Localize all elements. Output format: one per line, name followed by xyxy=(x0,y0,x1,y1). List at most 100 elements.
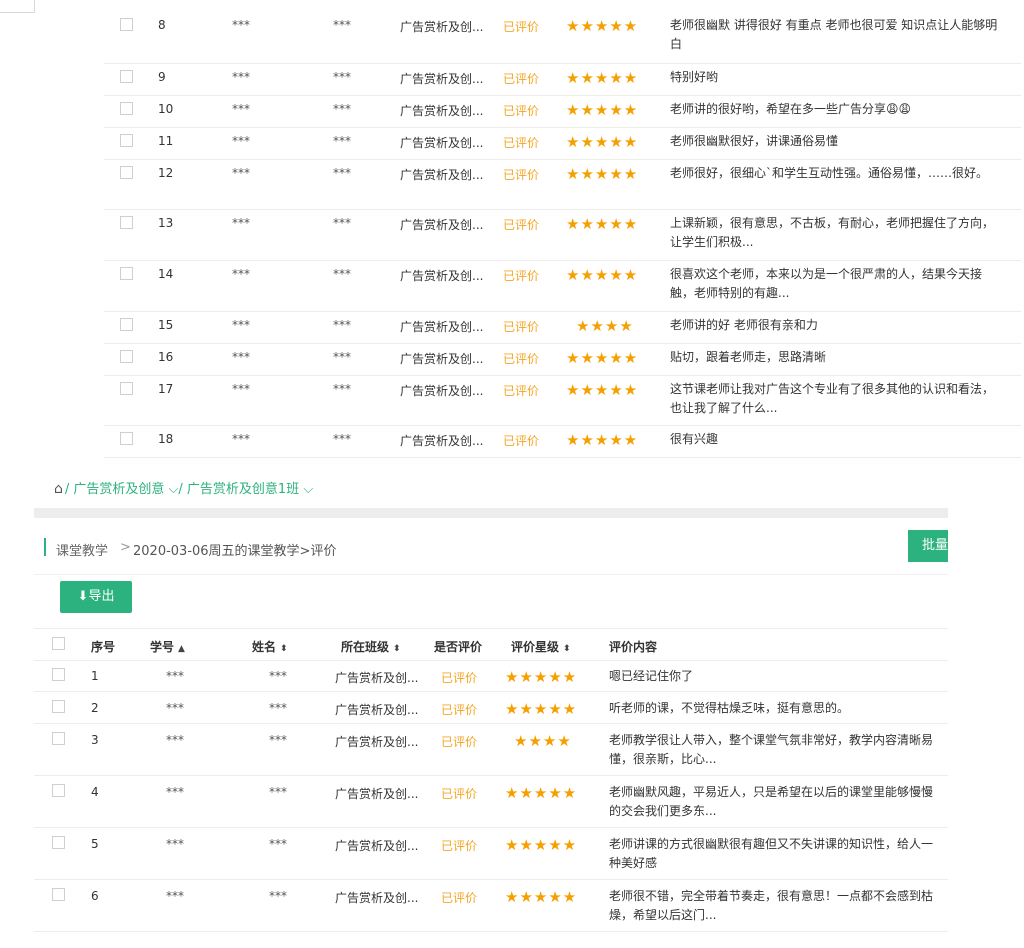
evaluation-content: 老师教学很让人带入，整个课堂气氛非常好，教学内容清晰易懂，很亲斯，比心... xyxy=(609,733,934,766)
star-rating: ★★★★★ xyxy=(566,266,639,284)
evaluation-content: 贴切，跟着老师走，思路清晰 xyxy=(670,350,827,364)
evaluation-content: 很喜欢这个老师，本来以为是一个很严肃的人，结果今天接触，老师特别的有趣... xyxy=(670,267,983,300)
row-number: 13 xyxy=(158,216,174,230)
row-checkbox[interactable] xyxy=(120,267,133,280)
class-name: 广告赏析及创... xyxy=(400,20,484,34)
row-number: 8 xyxy=(158,18,166,32)
row-checkbox[interactable] xyxy=(120,166,133,179)
row-checkbox[interactable] xyxy=(120,216,133,229)
home-icon[interactable]: ⌂ xyxy=(54,481,63,497)
class-name: 广告赏析及创... xyxy=(400,218,484,232)
star-rating: ★★★★★ xyxy=(566,381,639,399)
table-row: 2 *** *** 广告赏析及创... 已评价 ★★★★★ 听老师的课，不觉得枯… xyxy=(34,692,948,724)
row-checkbox[interactable] xyxy=(120,382,133,395)
breadcrumb-class[interactable]: / 广告赏析及创意1班 ⌵ xyxy=(178,482,313,497)
row-checkbox[interactable] xyxy=(52,732,65,745)
row-number: 2 xyxy=(91,701,99,715)
student-id: *** xyxy=(166,837,184,851)
table-row: 9 *** *** 广告赏析及创... 已评价 ★★★★★ 特别好哟 xyxy=(104,64,1021,96)
evaluation-content: 这节课老师让我对广告这个专业有了很多其他的认识和看法，也让我了解了什么... xyxy=(670,382,995,415)
row-number: 9 xyxy=(158,70,166,84)
row-checkbox[interactable] xyxy=(120,18,133,31)
row-checkbox[interactable] xyxy=(120,350,133,363)
table-row: 12 *** *** 广告赏析及创... 已评价 ★★★★★ 老师很好，很细心`… xyxy=(104,160,1021,210)
section-title[interactable]: 课堂教学 xyxy=(56,540,108,559)
row-checkbox[interactable] xyxy=(120,70,133,83)
student-name: *** xyxy=(333,350,351,364)
class-name: 广告赏析及创... xyxy=(400,72,484,86)
table-row: 8 *** *** 广告赏析及创... 已评价 ★★★★★ 老师很幽默 讲得很好… xyxy=(104,12,1021,64)
row-checkbox[interactable] xyxy=(52,888,65,901)
student-id: *** xyxy=(232,216,250,230)
row-checkbox[interactable] xyxy=(120,432,133,445)
student-id: *** xyxy=(166,701,184,715)
evaluation-content: 听老师的课，不觉得枯燥乏味，挺有意思的。 xyxy=(609,701,850,715)
row-number: 5 xyxy=(91,837,99,851)
star-rating: ★★★★★ xyxy=(566,133,639,151)
evaluation-content: 老师讲的好 老师很有亲和力 xyxy=(670,318,818,332)
rated-status: 已评价 xyxy=(503,218,540,232)
star-rating: ★★★★★ xyxy=(505,836,578,854)
row-checkbox[interactable] xyxy=(52,700,65,713)
batch-button[interactable]: 批量 xyxy=(908,530,948,562)
rated-status: 已评价 xyxy=(503,136,540,150)
table-row: 16 *** *** 广告赏析及创... 已评价 ★★★★★ 贴切，跟着老师走，… xyxy=(104,344,1021,376)
table-row: 1 *** *** 广告赏析及创... 已评价 ★★★★★ 嗯已经记住你了 xyxy=(34,660,948,692)
rated-status: 已评价 xyxy=(441,839,478,853)
table-row: 13 *** *** 广告赏析及创... 已评价 ★★★★★ 上课新颖，很有意思… xyxy=(104,210,1021,261)
class-name: 广告赏析及创... xyxy=(400,136,484,150)
rated-status: 已评价 xyxy=(441,787,478,801)
student-name: *** xyxy=(333,267,351,281)
rated-status: 已评价 xyxy=(503,434,540,448)
section-subtitle: 2020-03-06周五的课堂教学>评价 xyxy=(133,544,337,559)
header-student-id[interactable]: 学号 ▲ xyxy=(150,638,185,655)
class-name: 广告赏析及创... xyxy=(400,320,484,334)
evaluation-content: 老师幽默风趣，平易近人，只是希望在以后的课堂里能够慢慢的交会我们更多东... xyxy=(609,785,934,818)
star-rating: ★★★★★ xyxy=(566,101,639,119)
row-checkbox[interactable] xyxy=(120,134,133,147)
header-rating[interactable]: 评价星级 ⬍ xyxy=(511,638,571,655)
star-rating: ★★★★★ xyxy=(566,17,639,35)
row-number: 6 xyxy=(91,889,99,903)
star-rating: ★★★★★ xyxy=(566,431,639,449)
rated-status: 已评价 xyxy=(503,320,540,334)
rated-status: 已评价 xyxy=(503,168,540,182)
row-checkbox[interactable] xyxy=(52,668,65,681)
rated-status: 已评价 xyxy=(503,384,540,398)
student-name: *** xyxy=(333,432,351,446)
breadcrumb: ⌂ / 广告赏析及创意 ⌵/ 广告赏析及创意1班 ⌵ xyxy=(54,478,313,497)
evaluation-content: 老师很好，很细心`和学生互动性强。通俗易懂，……很好。 xyxy=(670,166,989,180)
row-checkbox[interactable] xyxy=(52,836,65,849)
class-name: 广告赏析及创... xyxy=(335,891,419,905)
row-number: 10 xyxy=(158,102,174,116)
row-number: 14 xyxy=(158,267,174,281)
header-class[interactable]: 所在班级 ⬍ xyxy=(341,638,401,655)
student-id: *** xyxy=(166,669,184,683)
row-checkbox[interactable] xyxy=(120,102,133,115)
header-name[interactable]: 姓名 ⬍ xyxy=(252,638,288,655)
student-id: *** xyxy=(232,134,250,148)
evaluation-content: 特别好哟 xyxy=(670,70,719,84)
student-id: *** xyxy=(232,70,250,84)
breadcrumb-course[interactable]: / 广告赏析及创意 ⌵ xyxy=(65,482,179,497)
row-checkbox[interactable] xyxy=(120,318,133,331)
table-row: 17 *** *** 广告赏析及创... 已评价 ★★★★★ 这节课老师让我对广… xyxy=(104,376,1021,426)
sort-icon: ⬍ xyxy=(563,644,571,654)
student-id: *** xyxy=(232,18,250,32)
star-rating: ★★★★★ xyxy=(505,700,578,718)
table-row: 6 *** *** 广告赏析及创... 已评价 ★★★★★ 老师很不错，完全带着… xyxy=(34,880,948,932)
rated-status: 已评价 xyxy=(441,703,478,717)
select-all-checkbox[interactable] xyxy=(52,637,65,650)
row-number: 15 xyxy=(158,318,174,332)
row-number: 18 xyxy=(158,432,174,446)
student-name: *** xyxy=(269,837,287,851)
row-checkbox[interactable] xyxy=(52,784,65,797)
table-row: 18 *** *** 广告赏析及创... 已评价 ★★★★★ 很有兴趣 xyxy=(104,426,1021,458)
student-name: *** xyxy=(269,701,287,715)
export-button[interactable]: ⬇导出 xyxy=(60,581,132,613)
table-row: 4 *** *** 广告赏析及创... 已评价 ★★★★★ 老师幽默风趣，平易近… xyxy=(34,776,948,828)
section-divider xyxy=(34,508,948,518)
evaluation-content: 上课新颖，很有意思，不古板，有耐心，老师把握住了方向，让学生们积极... xyxy=(670,216,995,249)
evaluation-content: 老师很不错，完全带着节奏走，很有意思！一点都不会感到枯燥，希望以后这门... xyxy=(609,889,934,922)
table-row: 11 *** *** 广告赏析及创... 已评价 ★★★★★ 老师很幽默很好，讲… xyxy=(104,128,1021,160)
